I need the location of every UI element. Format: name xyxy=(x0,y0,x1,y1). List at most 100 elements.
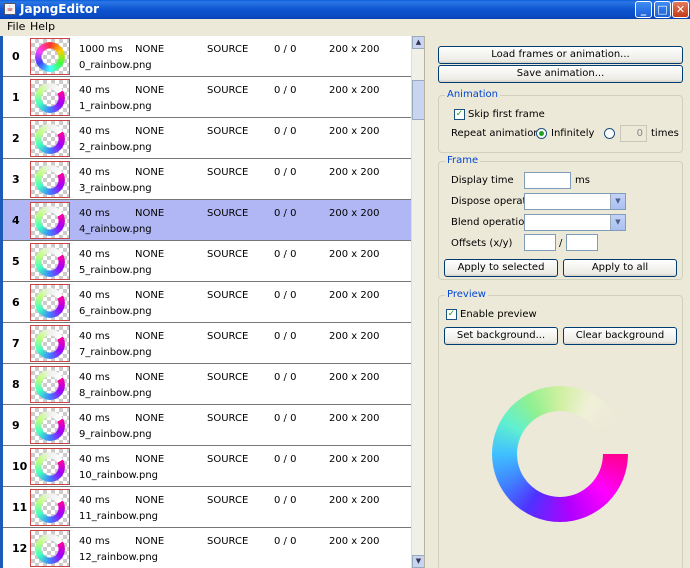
menu-help[interactable]: Help xyxy=(30,20,55,33)
frame-offsets: 0 / 0 xyxy=(274,331,297,342)
frame-offsets: 0 / 0 xyxy=(274,454,297,465)
offset-y-field[interactable] xyxy=(566,234,598,251)
skip-first-frame-checkbox[interactable]: ✓ xyxy=(454,109,465,120)
enable-preview-checkbox[interactable]: ✓ xyxy=(446,309,457,320)
apply-to-selected-button[interactable]: Apply to selected xyxy=(444,259,558,277)
frame-filename: 10_rainbow.png xyxy=(79,470,159,481)
close-button[interactable]: ✕ xyxy=(672,1,689,18)
frame-blend: SOURCE xyxy=(207,536,249,547)
dispose-operation-select[interactable]: ▼ xyxy=(524,193,626,210)
load-frames-button[interactable]: Load frames or animation... xyxy=(438,46,683,64)
frame-index: 8 xyxy=(12,378,20,391)
frame-thumbnail xyxy=(30,325,70,362)
frame-list-scrollbar[interactable]: ▲ ▼ xyxy=(411,36,425,568)
frame-delay: 40 ms xyxy=(79,126,110,137)
frame-thumbnail xyxy=(30,407,70,444)
frame-row[interactable]: 4 40 ms NONE SOURCE 0 / 0 200 x 200 4_rainbow.… xyxy=(3,200,411,241)
frame-delay: 40 ms xyxy=(79,331,110,342)
blend-operation-label: Blend operation xyxy=(451,217,531,228)
frame-dispose: NONE xyxy=(135,536,165,547)
frame-dispose: NONE xyxy=(135,495,165,506)
frame-size: 200 x 200 xyxy=(329,536,380,547)
frame-blend: SOURCE xyxy=(207,44,249,55)
frame-offsets: 0 / 0 xyxy=(274,249,297,260)
frame-index: 2 xyxy=(12,132,20,145)
frame-blend: SOURCE xyxy=(207,495,249,506)
frame-row[interactable]: 11 40 ms NONE SOURCE 0 / 0 200 x 200 11_rainbo… xyxy=(3,487,411,528)
frame-delay: 40 ms xyxy=(79,167,110,178)
display-time-field[interactable] xyxy=(524,172,571,189)
times-label: times xyxy=(651,128,679,139)
save-animation-button[interactable]: Save animation... xyxy=(438,65,683,83)
frame-filename: 8_rainbow.png xyxy=(79,388,152,399)
frame-dispose: NONE xyxy=(135,44,165,55)
frame-blend: SOURCE xyxy=(207,413,249,424)
frame-size: 200 x 200 xyxy=(329,126,380,137)
frame-offsets: 0 / 0 xyxy=(274,85,297,96)
frame-index: 1 xyxy=(12,91,20,104)
frame-thumbnail xyxy=(30,202,70,239)
frame-index: 4 xyxy=(12,214,20,227)
frame-dispose: NONE xyxy=(135,126,165,137)
frame-blend: SOURCE xyxy=(207,249,249,260)
frame-row[interactable]: 3 40 ms NONE SOURCE 0 / 0 200 x 200 3_rainbow.… xyxy=(3,159,411,200)
settings-panel: Load frames or animation... Save animati… xyxy=(429,36,690,568)
frame-delay: 40 ms xyxy=(79,85,110,96)
offset-x-field[interactable] xyxy=(524,234,556,251)
frame-size: 200 x 200 xyxy=(329,290,380,301)
preview-group-title: Preview xyxy=(445,289,488,300)
frame-row[interactable]: 6 40 ms NONE SOURCE 0 / 0 200 x 200 6_rainbow.… xyxy=(3,282,411,323)
frame-list[interactable]: 0 1000 ms NONE SOURCE 0 / 0 200 x 200 0_rainbo… xyxy=(0,36,411,568)
rainbow-ring-icon xyxy=(35,329,65,359)
frame-blend: SOURCE xyxy=(207,167,249,178)
menu-file[interactable]: File xyxy=(7,20,25,33)
frame-row[interactable]: 12 40 ms NONE SOURCE 0 / 0 200 x 200 12_rainbo… xyxy=(3,528,411,568)
frame-dispose: NONE xyxy=(135,249,165,260)
frame-thumbnail xyxy=(30,366,70,403)
frame-offsets: 0 / 0 xyxy=(274,44,297,55)
frame-size: 200 x 200 xyxy=(329,454,380,465)
clear-background-button[interactable]: Clear background xyxy=(563,327,677,345)
frame-row[interactable]: 2 40 ms NONE SOURCE 0 / 0 200 x 200 2_rainbow.… xyxy=(3,118,411,159)
frame-offsets: 0 / 0 xyxy=(274,290,297,301)
frame-size: 200 x 200 xyxy=(329,372,380,383)
frame-row[interactable]: 10 40 ms NONE SOURCE 0 / 0 200 x 200 10_rainbo… xyxy=(3,446,411,487)
frame-blend: SOURCE xyxy=(207,85,249,96)
rainbow-ring-icon xyxy=(35,42,65,72)
frame-row[interactable]: 8 40 ms NONE SOURCE 0 / 0 200 x 200 8_rainbow.… xyxy=(3,364,411,405)
title-bar: ☕ JapngEditor _ □ ✕ xyxy=(0,0,690,19)
blend-operation-select[interactable]: ▼ xyxy=(524,214,626,231)
frame-row[interactable]: 0 1000 ms NONE SOURCE 0 / 0 200 x 200 0_rainbo… xyxy=(3,36,411,77)
frame-offsets: 0 / 0 xyxy=(274,208,297,219)
ms-label: ms xyxy=(575,175,590,186)
frame-index: 11 xyxy=(12,501,28,514)
frame-row[interactable]: 7 40 ms NONE SOURCE 0 / 0 200 x 200 7_rainbow.… xyxy=(3,323,411,364)
enable-preview-label: Enable preview xyxy=(460,309,537,320)
frame-thumbnail xyxy=(30,38,70,75)
repeat-count-field[interactable]: 0 xyxy=(620,125,647,142)
frame-offsets: 0 / 0 xyxy=(274,495,297,506)
frame-blend: SOURCE xyxy=(207,454,249,465)
frame-blend: SOURCE xyxy=(207,331,249,342)
minimize-button[interactable]: _ xyxy=(635,1,652,18)
frame-size: 200 x 200 xyxy=(329,85,380,96)
menu-bar: File Help xyxy=(0,19,690,35)
repeat-count-radio[interactable] xyxy=(604,128,615,139)
offsets-separator: / xyxy=(559,238,563,249)
infinitely-radio[interactable] xyxy=(536,128,547,139)
offsets-label: Offsets (x/y) xyxy=(451,238,513,249)
apply-to-all-button[interactable]: Apply to all xyxy=(563,259,677,277)
frame-row[interactable]: 5 40 ms NONE SOURCE 0 / 0 200 x 200 5_rainbow.… xyxy=(3,241,411,282)
rainbow-ring-icon xyxy=(35,124,65,154)
frame-row[interactable]: 1 40 ms NONE SOURCE 0 / 0 200 x 200 1_rainbow.… xyxy=(3,77,411,118)
animation-preview-image xyxy=(492,386,628,522)
java-app-icon: ☕ xyxy=(4,3,16,15)
frame-row[interactable]: 9 40 ms NONE SOURCE 0 / 0 200 x 200 9_rainbow.… xyxy=(3,405,411,446)
chevron-down-icon: ▼ xyxy=(610,194,625,209)
frame-group-title: Frame xyxy=(445,155,481,166)
frame-delay: 1000 ms xyxy=(79,44,123,55)
set-background-button[interactable]: Set background... xyxy=(444,327,558,345)
frame-filename: 1_rainbow.png xyxy=(79,101,152,112)
frame-filename: 7_rainbow.png xyxy=(79,347,152,358)
maximize-button[interactable]: □ xyxy=(654,1,671,18)
